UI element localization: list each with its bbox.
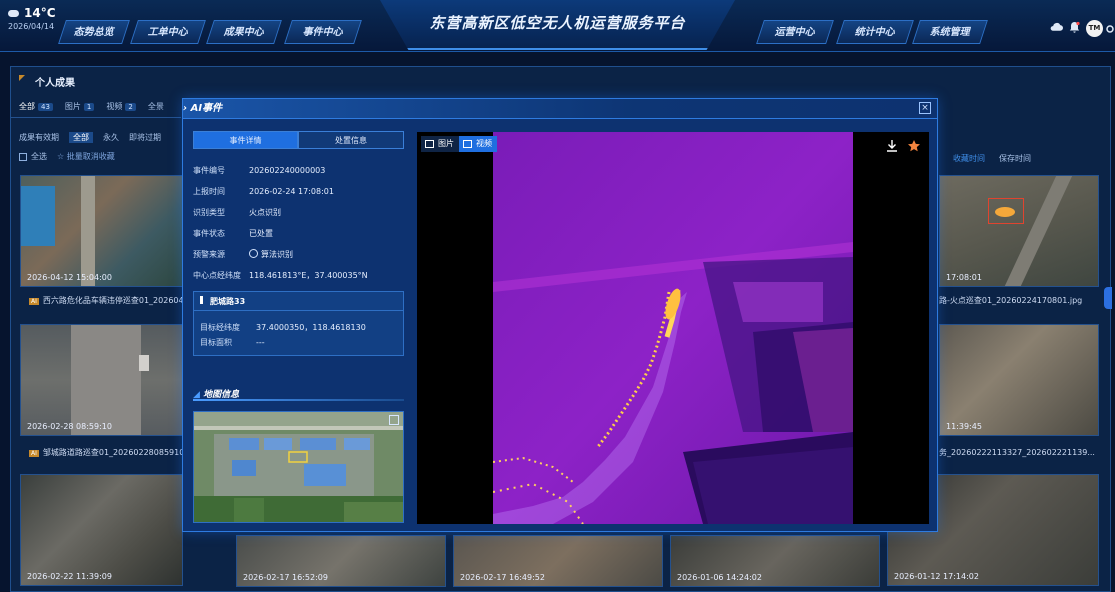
map-view[interactable] [193, 411, 404, 523]
result-thumbnail[interactable]: 17:08:01 [939, 175, 1099, 287]
download-icon[interactable] [885, 139, 899, 153]
thumb-timestamp: 2026-02-17 16:49:52 [460, 573, 545, 582]
satellite-map [194, 412, 403, 522]
field-warning-source: 预警来源 算法识别 [193, 249, 293, 259]
divider [11, 117, 181, 118]
corner-marker [19, 75, 25, 81]
nav-work-order-center[interactable]: 工单中心 [130, 20, 206, 44]
field-target-area: 目标面积 --- [200, 338, 265, 347]
nav-system-management[interactable]: 系统管理 [912, 20, 988, 44]
gear-icon[interactable] [1106, 25, 1114, 33]
thumb-caption[interactable]: 务_20260222113327_202602221139... [939, 447, 1099, 458]
result-thumbnail[interactable]: 2026-02-28 08:59:10 [20, 324, 183, 436]
thumb-timestamp: 2026-02-17 16:52:09 [243, 573, 328, 582]
side-scroll-handle[interactable] [1104, 287, 1112, 309]
result-thumbnail[interactable]: 2026-02-17 16:49:52 [453, 535, 663, 587]
thumb-timestamp: 2026-01-12 17:14:02 [894, 572, 979, 581]
app-title: 东营高新区低空无人机运营服务平台 [429, 14, 686, 32]
modal-title: › AI事件 [183, 103, 223, 114]
pin-icon [200, 296, 203, 304]
validity-expiring[interactable]: 即将过期 [129, 132, 161, 143]
validity-permanent[interactable]: 永久 [103, 132, 119, 143]
close-icon: × [921, 103, 929, 113]
media-viewer: 图片 视频 [417, 132, 929, 524]
bulk-actions: 全选 ☆ 批量取消收藏 [19, 151, 115, 162]
current-date: 2026/04/14 [8, 22, 55, 31]
field-center-coordinates: 中心点经纬度 118.461813°E，37.400035°N [193, 271, 368, 280]
thermal-image [493, 132, 853, 524]
nav-statistics-center[interactable]: 统计中心 [836, 20, 914, 44]
image-icon [425, 140, 434, 148]
tab-disposal-info[interactable]: 处置信息 [298, 131, 404, 149]
thumb-timestamp: 2026-01-06 14:24:02 [677, 573, 762, 582]
detection-box [988, 198, 1024, 224]
nav-event-center[interactable]: 事件中心 [284, 20, 362, 44]
cloud-upload-icon[interactable] [1050, 21, 1063, 33]
ai-event-modal: › AI事件 × 事件详情 处置信息 事件编号 202602240000003 上… [182, 98, 938, 532]
event-details-panel: 事件详情 处置信息 事件编号 202602240000003 上报时间 2026-0… [193, 131, 405, 525]
viewer-tab-video[interactable]: 视频 [459, 136, 497, 152]
target-info-card: 肥城路33 目标经纬度 37.4000350，118.4618130 目标面积 --… [193, 291, 404, 356]
nav-situation-overview[interactable]: 态势总览 [58, 20, 130, 44]
batch-unfavorite-button[interactable]: ☆ 批量取消收藏 [57, 151, 115, 162]
thumb-timestamp: 17:08:01 [946, 273, 982, 282]
map-title-underline [193, 399, 404, 401]
chevron-right-icon: › [183, 103, 191, 114]
tab-videos[interactable]: 视频 2 [106, 101, 136, 112]
select-all-checkbox[interactable]: 全选 [19, 151, 47, 162]
thumb-timestamp: 2026-02-28 08:59:10 [27, 422, 112, 431]
nav-results-center[interactable]: 成果中心 [206, 20, 282, 44]
checkbox-icon [19, 152, 27, 161]
ai-circle-icon [249, 249, 258, 258]
sort-favorite-time[interactable]: 收藏时间 [953, 153, 985, 164]
validity-filter: 成果有效期 全部 永久 即将过期 [19, 132, 161, 143]
field-report-time: 上报时间 2026-02-24 17:08:01 [193, 187, 334, 196]
thumb-timestamp: 11:39:45 [946, 422, 982, 431]
tab-panorama[interactable]: 全景 [148, 101, 164, 112]
nav-operations-center[interactable]: 运营中心 [756, 20, 834, 44]
result-thumbnail[interactable]: 11:39:45 [939, 324, 1099, 436]
validity-all[interactable]: 全部 [69, 132, 93, 143]
close-button[interactable]: × [919, 102, 931, 114]
sort-saved-time[interactable]: 保存时间 [999, 153, 1031, 164]
thumb-caption[interactable]: AI 邹城路道路巡查01_20260228085910. [29, 447, 183, 458]
weather-widget: 14°C 2026/04/14 [8, 6, 56, 31]
type-tabs: 全部 43 图片 1 视频 2 全景 [19, 101, 164, 112]
result-thumbnail[interactable]: 2026-01-06 14:24:02 [670, 535, 880, 587]
divider [194, 310, 403, 311]
thumb-timestamp: 2026-04-12 15:04:00 [27, 273, 112, 282]
target-name: 肥城路33 [210, 297, 246, 306]
star-icon[interactable] [907, 139, 921, 153]
modal-header: › AI事件 × [183, 99, 937, 119]
panel-title: 个人成果 [35, 78, 75, 89]
tab-all[interactable]: 全部 43 [19, 101, 53, 112]
star-outline-icon: ☆ [57, 152, 67, 161]
field-target-coordinates: 目标经纬度 37.4000350，118.4618130 [200, 323, 366, 332]
result-thumbnail[interactable]: 2026-02-17 16:52:09 [236, 535, 446, 587]
viewer-tab-image[interactable]: 图片 [421, 136, 459, 152]
temperature: 14°C [24, 6, 56, 20]
top-header: 14°C 2026/04/14 态势总览 工单中心 成果中心 事件中心 东营高新… [0, 0, 1115, 52]
tab-event-details[interactable]: 事件详情 [193, 131, 298, 149]
thumb-caption[interactable]: 路-火点巡查01_20260224170801.jpg [939, 295, 1099, 306]
thumb-timestamp: 2026-02-22 11:39:09 [27, 572, 112, 581]
tab-images[interactable]: 图片 1 [65, 101, 95, 112]
result-thumbnail[interactable]: 2026-04-12 15:04:00 [20, 175, 183, 287]
user-avatar[interactable]: TM [1086, 20, 1103, 37]
field-recognition-type: 识别类型 火点识别 [193, 208, 281, 217]
sort-options: 收藏时间 保存时间 [953, 153, 1031, 164]
video-icon [463, 140, 472, 148]
bell-icon[interactable] [1068, 21, 1081, 33]
result-thumbnail[interactable]: 2026-02-22 11:39:09 [20, 474, 183, 586]
expand-icon[interactable] [389, 415, 399, 425]
field-event-status: 事件状态 已处置 [193, 229, 273, 238]
thumb-caption[interactable]: AI 西六路危化品车辆违停巡查01_202604 [29, 295, 183, 306]
field-event-number: 事件编号 202602240000003 [193, 166, 326, 175]
cloud-icon [8, 9, 19, 17]
validity-label: 成果有效期 [19, 133, 59, 142]
